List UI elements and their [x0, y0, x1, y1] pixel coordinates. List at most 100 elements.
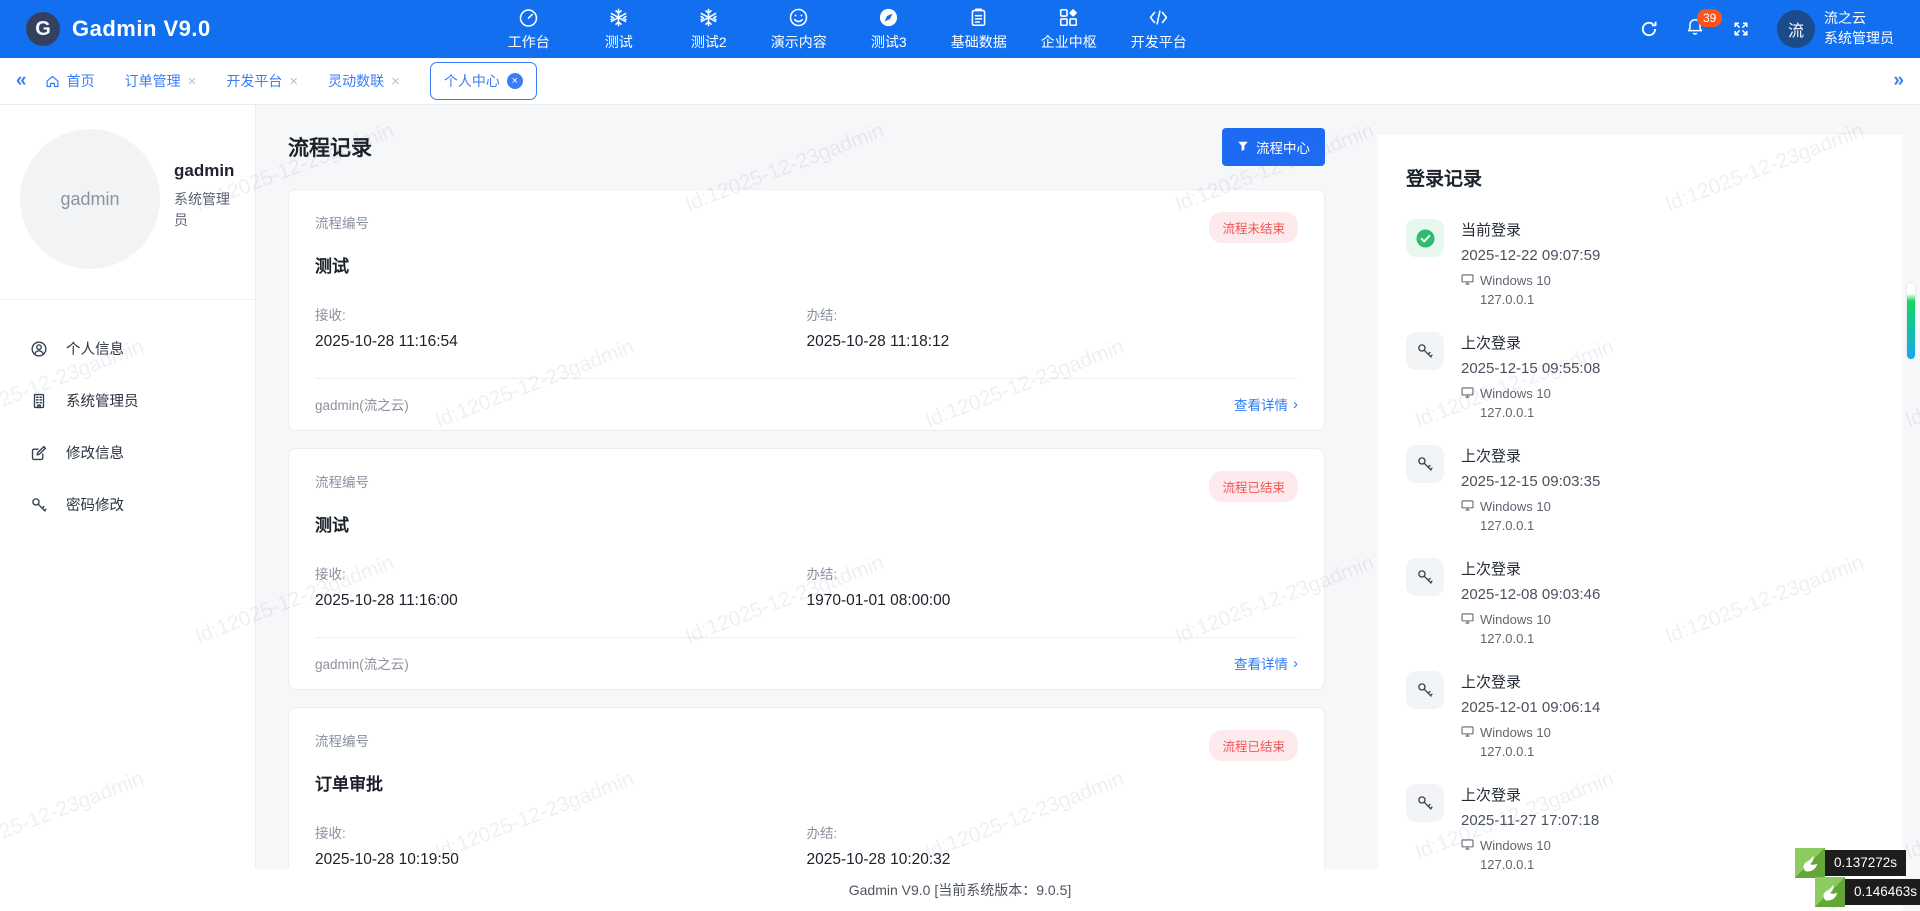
view-detail-link[interactable]: 查看详情 › — [1234, 653, 1298, 673]
login-record-time: 2025-12-08 09:03:46 — [1461, 586, 1600, 603]
key-icon — [1406, 671, 1444, 709]
sidebar-item-2[interactable]: 修改信息 — [0, 442, 255, 463]
brand[interactable]: G Gadmin V9.0 — [26, 12, 211, 46]
profile-role: 系统管理员 — [174, 189, 238, 231]
sidebar-menu: 个人信息 系统管理员 修改信息 密码修改 — [0, 300, 255, 515]
flow-owner: gadmin(流之云) — [315, 394, 409, 414]
tab-4[interactable]: 个人中心 × — [430, 62, 537, 100]
receive-time: 2025-10-28 10:19:50 — [315, 851, 807, 869]
flow-record-list: 流程编号 流程未结束 测试 接收: 2025-10-28 11:16:54 办结… — [288, 189, 1325, 911]
sidebar-item-0[interactable]: 个人信息 — [0, 338, 255, 359]
nav-item-label: 测试3 — [871, 34, 907, 50]
flow-code-label: 流程编号 — [315, 471, 369, 491]
tab-close-icon[interactable]: × — [289, 74, 298, 89]
top-header: G Gadmin V9.0 工作台 测试 测试2 演示内容 测试3 基础数据 企… — [0, 0, 1920, 58]
login-record-time: 2025-12-15 09:03:35 — [1461, 473, 1600, 490]
user-menu[interactable]: 流 流之云 系统管理员 — [1777, 9, 1894, 48]
profile-sidebar: gadmin gadmin 系统管理员 个人信息 系统管理员 修改信息 密码修改 — [0, 105, 256, 911]
view-detail-link[interactable]: 查看详情 › — [1234, 394, 1298, 414]
main-content: 流程记录 流程中心 流程编号 流程未结束 测试 接收: 2025-10-28 1… — [256, 105, 1378, 911]
flow-record-card: 流程编号 流程未结束 测试 接收: 2025-10-28 11:16:54 办结… — [288, 189, 1325, 431]
blocks-icon — [1041, 7, 1097, 29]
header-nav-item-5[interactable]: 基础数据 — [951, 7, 1007, 52]
key-icon — [1406, 784, 1444, 822]
login-record-time: 2025-11-27 17:07:18 — [1461, 812, 1599, 829]
nav-item-label: 演示内容 — [771, 34, 827, 50]
monitor-icon — [1461, 725, 1474, 740]
user-avatar: 流 — [1777, 10, 1815, 48]
profile-name: gadmin — [174, 161, 238, 181]
profile-avatar[interactable]: gadmin — [20, 129, 160, 269]
sidebar-item-1[interactable]: 系统管理员 — [0, 390, 255, 411]
header-nav-item-7[interactable]: 开发平台 — [1131, 7, 1187, 52]
code-icon — [1131, 7, 1187, 29]
login-record-ip: 127.0.0.1 — [1461, 405, 1600, 420]
flow-code-label: 流程编号 — [315, 212, 369, 232]
login-record-os: Windows 10 — [1480, 725, 1551, 740]
header-nav-item-0[interactable]: 工作台 — [501, 7, 557, 52]
tabs: 首页 订单管理 × 开发平台 × 灵动数联 × 个人中心 × — [45, 62, 551, 100]
login-panel-column: 登录记录 当前登录 2025-12-22 09:07:59 Windows 10… — [1378, 105, 1920, 911]
status-badge: 流程未结束 — [1209, 212, 1298, 243]
login-record-time: 2025-12-01 09:06:14 — [1461, 699, 1600, 716]
monitor-icon — [1461, 838, 1474, 853]
login-record-list: 当前登录 2025-12-22 09:07:59 Windows 10 127.… — [1406, 219, 1896, 911]
flow-center-button[interactable]: 流程中心 — [1222, 128, 1325, 166]
monitor-icon — [1461, 386, 1474, 401]
header-controls: 39 流 流之云 系统管理员 — [1639, 9, 1894, 48]
login-record-label: 上次登录 — [1461, 558, 1600, 579]
login-panel-title: 登录记录 — [1406, 164, 1896, 191]
scrollbar-track[interactable] — [1902, 105, 1920, 911]
nav-item-label: 测试 — [605, 34, 633, 50]
fullscreen-icon[interactable] — [1731, 19, 1751, 39]
smiley-icon — [771, 7, 827, 29]
flame-icon — [1815, 877, 1845, 907]
flow-title: 订单审批 — [315, 770, 1298, 795]
user-role: 系统管理员 — [1824, 29, 1894, 49]
login-record-label: 上次登录 — [1461, 332, 1600, 353]
chevron-right-icon: › — [1293, 655, 1298, 672]
tab-close-icon[interactable]: × — [188, 74, 197, 89]
logo-icon: G — [26, 12, 60, 46]
sidebar-item-3[interactable]: 密码修改 — [0, 494, 255, 515]
tabs-expand-right-icon[interactable]: » — [1893, 70, 1904, 92]
header-nav-item-3[interactable]: 演示内容 — [771, 7, 827, 52]
receive-time: 2025-10-28 11:16:00 — [315, 592, 807, 610]
scrollbar-thumb[interactable] — [1907, 283, 1915, 359]
tab-label: 首页 — [67, 71, 95, 91]
notifications-button[interactable]: 39 — [1685, 17, 1705, 42]
tab-label: 开发平台 — [226, 71, 282, 91]
refresh-icon[interactable] — [1639, 19, 1659, 39]
home-icon — [45, 74, 60, 89]
status-badge: 流程已结束 — [1209, 471, 1298, 502]
user-org: 流之云 — [1824, 9, 1894, 29]
tab-3[interactable]: 灵动数联 × — [328, 71, 400, 91]
header-nav-item-4[interactable]: 测试3 — [861, 7, 917, 52]
tab-0[interactable]: 首页 — [45, 71, 95, 91]
tab-2[interactable]: 开发平台 × — [226, 71, 298, 91]
login-record-os: Windows 10 — [1480, 838, 1551, 853]
header-nav-item-1[interactable]: 测试 — [591, 7, 647, 52]
status-badge: 流程已结束 — [1209, 730, 1298, 761]
header-nav: 工作台 测试 测试2 演示内容 测试3 基础数据 企业中枢 开发平台 — [501, 7, 1187, 52]
tabs-collapse-left-icon[interactable]: « — [16, 70, 27, 92]
tab-1[interactable]: 订单管理 × — [125, 71, 197, 91]
login-record-os: Windows 10 — [1480, 273, 1551, 288]
flow-code-label: 流程编号 — [315, 730, 369, 750]
login-record-time: 2025-12-22 09:07:59 — [1461, 247, 1600, 264]
sidebar-menu-label: 系统管理员 — [66, 390, 139, 411]
funnel-icon — [1237, 140, 1249, 155]
login-record-label: 上次登录 — [1461, 784, 1599, 805]
tab-close-icon[interactable]: × — [507, 73, 523, 89]
tab-bar: « 首页 订单管理 × 开发平台 × 灵动数联 × 个人中心 × » — [0, 58, 1920, 105]
footer-version-text: Gadmin V9.0 [当前系统版本：9.0.5] — [849, 880, 1072, 900]
header-nav-item-6[interactable]: 企业中枢 — [1041, 7, 1097, 52]
header-nav-item-2[interactable]: 测试2 — [681, 7, 737, 52]
monitor-icon — [1461, 273, 1474, 288]
gauge-icon — [501, 7, 557, 29]
login-record-item: 上次登录 2025-12-15 09:55:08 Windows 10 127.… — [1406, 332, 1896, 420]
key-icon — [30, 496, 48, 514]
tab-close-icon[interactable]: × — [391, 74, 400, 89]
sidebar-menu-label: 个人信息 — [66, 338, 124, 359]
flame-icon — [1795, 848, 1825, 878]
